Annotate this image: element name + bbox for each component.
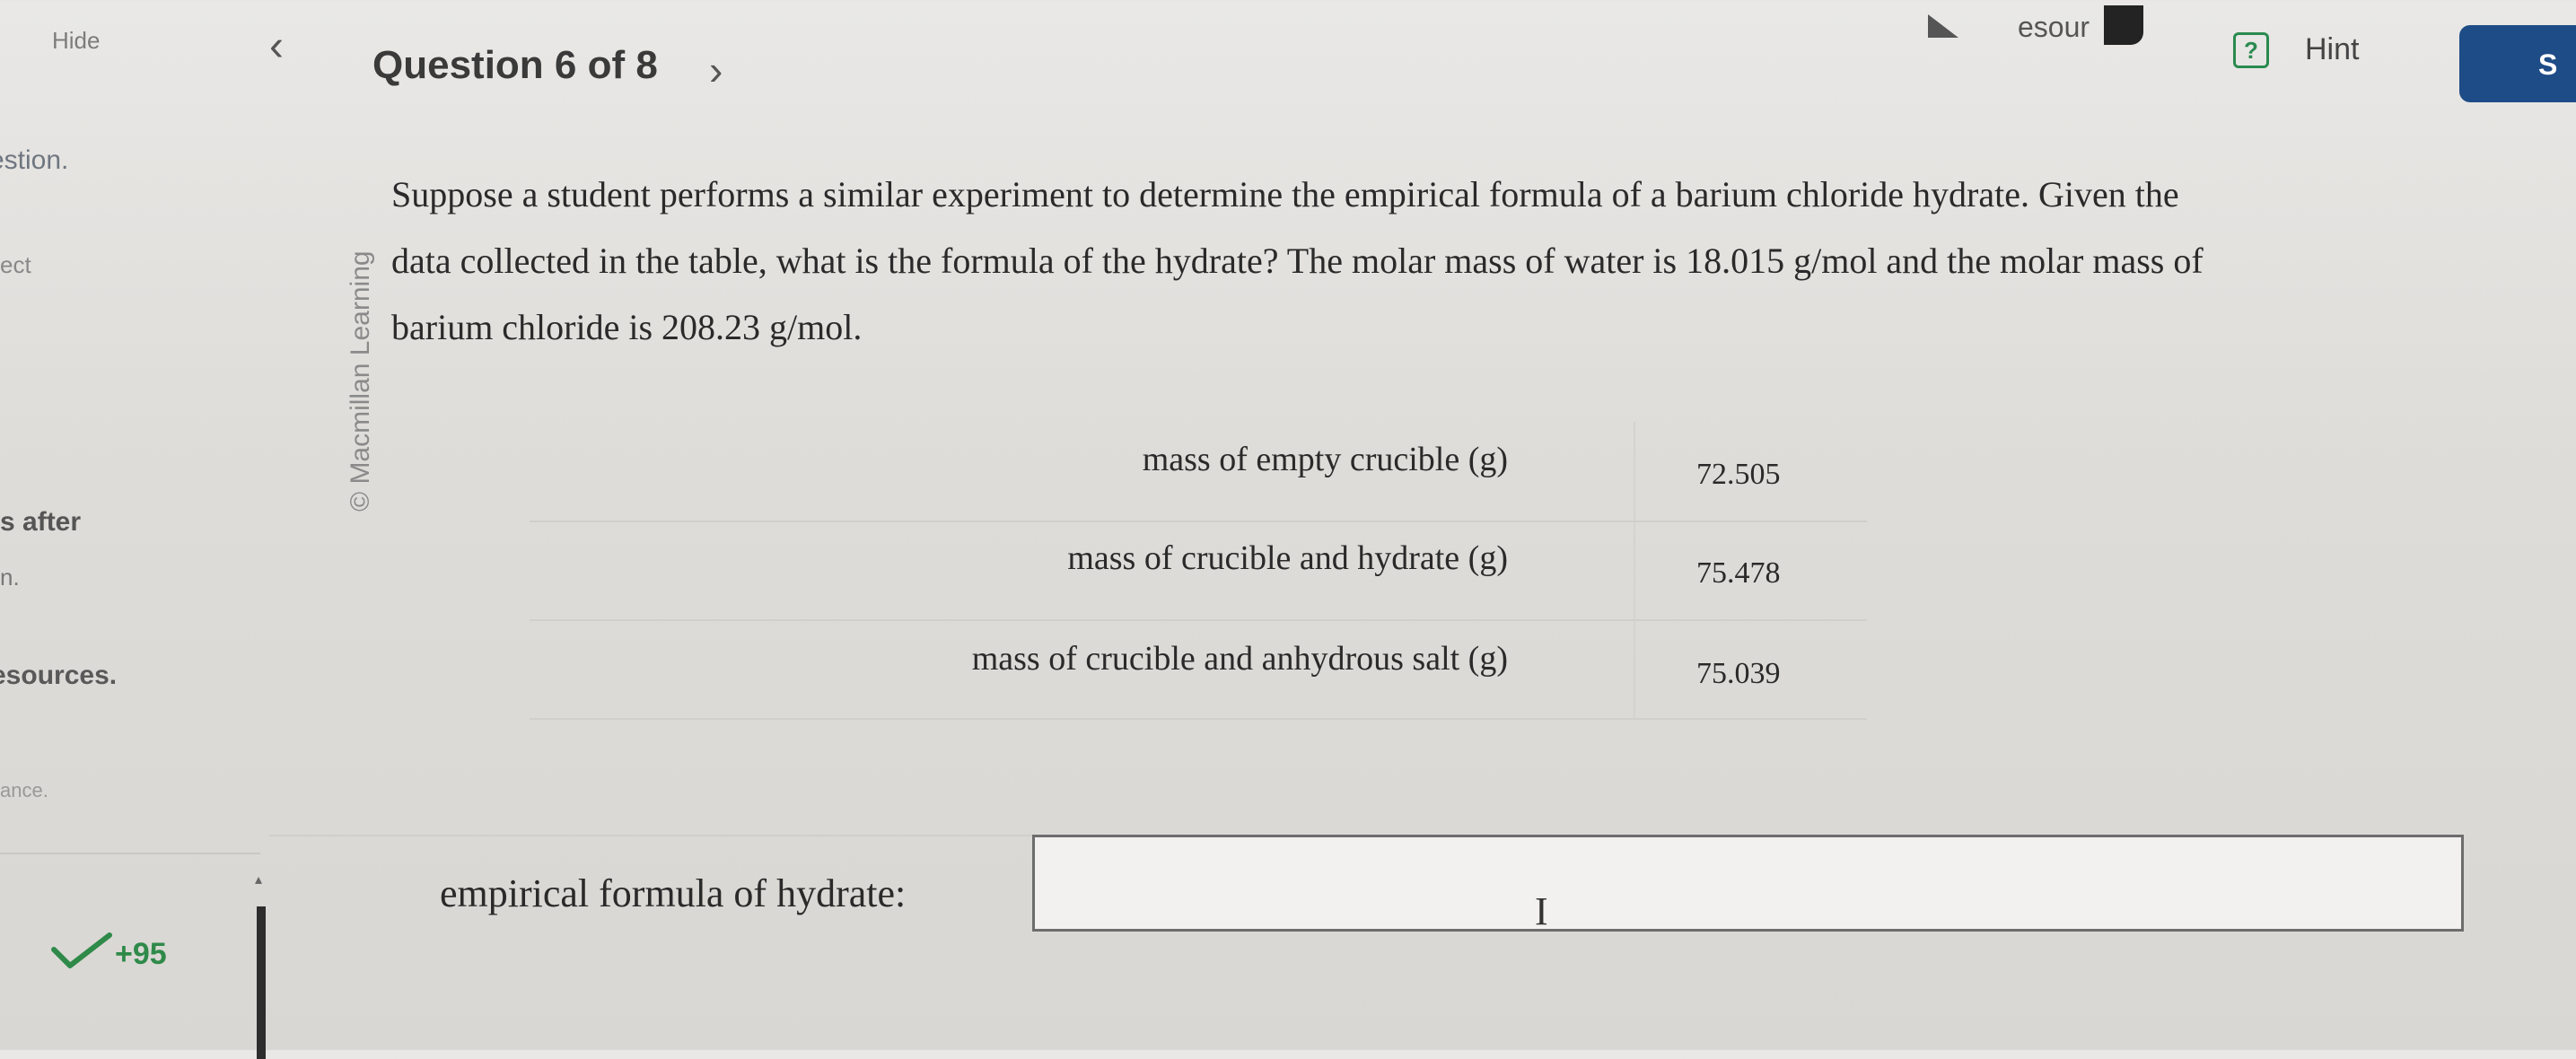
resources-dropdown-shape xyxy=(2104,5,2143,45)
chevron-right-icon[interactable]: › xyxy=(709,49,723,91)
answer-label: empirical formula of hydrate: xyxy=(440,871,907,915)
sidebar-text-fragment: s after xyxy=(0,507,82,537)
scrollbar[interactable] xyxy=(257,906,266,1059)
formula-input[interactable] xyxy=(1032,835,2464,932)
divider xyxy=(269,835,1032,836)
table-row: mass of crucible and anhydrous salt (g) … xyxy=(530,619,1867,720)
resources-label: esour xyxy=(2018,11,2090,43)
submit-button[interactable]: S xyxy=(2459,25,2576,102)
sidebar-text-fragment: ance. xyxy=(0,779,48,801)
score-badge: +95 xyxy=(115,937,167,971)
table-row: mass of crucible and hydrate (g) 75.478 xyxy=(530,521,1867,621)
sidebar-text-fragment: esources. xyxy=(0,661,118,690)
question-text: Suppose a student performs a similar exp… xyxy=(391,162,2510,361)
table-row: mass of empty crucible (g) 72.505 xyxy=(530,422,1867,522)
data-table: mass of empty crucible (g) 72.505 mass o… xyxy=(530,422,1867,720)
resources-tab[interactable]: esour xyxy=(1928,5,2143,45)
row-label: mass of empty crucible (g) xyxy=(1142,441,1508,478)
top-bar: Hide ‹ Question 6 of 8 › esour ? Hint S xyxy=(0,0,2576,117)
text-cursor-icon: I xyxy=(1535,889,1548,933)
question-line: barium chloride is 208.23 g/mol. xyxy=(391,307,863,347)
flag-icon xyxy=(1928,14,1958,38)
hide-toggle[interactable]: Hide xyxy=(52,27,100,55)
question-counter: Question 6 of 8 xyxy=(372,43,658,87)
sidebar-divider xyxy=(0,853,260,854)
question-line: Suppose a student performs a similar exp… xyxy=(391,174,2179,214)
row-value: 75.478 xyxy=(1696,556,1781,590)
sidebar-text-fragment: estion. xyxy=(0,145,69,175)
caret-icon: ▴ xyxy=(255,872,263,888)
chevron-left-icon[interactable]: ‹ xyxy=(269,25,284,68)
row-value: 72.505 xyxy=(1696,458,1781,491)
row-label: mass of crucible and hydrate (g) xyxy=(1067,539,1508,577)
copyright-notice: © Macmillan Learning xyxy=(328,153,381,512)
row-value: 75.039 xyxy=(1696,657,1781,690)
hint-button[interactable]: Hint xyxy=(2305,32,2359,67)
checkmark-icon xyxy=(51,932,112,968)
copyright-text: © Macmillan Learning xyxy=(346,250,375,512)
row-label: mass of crucible and anhydrous salt (g) xyxy=(971,640,1508,678)
question-line: data collected in the table, what is the… xyxy=(391,241,2204,281)
submit-label: S xyxy=(2538,48,2558,81)
sidebar-text-fragment: n. xyxy=(0,564,20,591)
sidebar-text-fragment: ect xyxy=(0,251,31,278)
hint-icon[interactable]: ? xyxy=(2233,32,2269,68)
